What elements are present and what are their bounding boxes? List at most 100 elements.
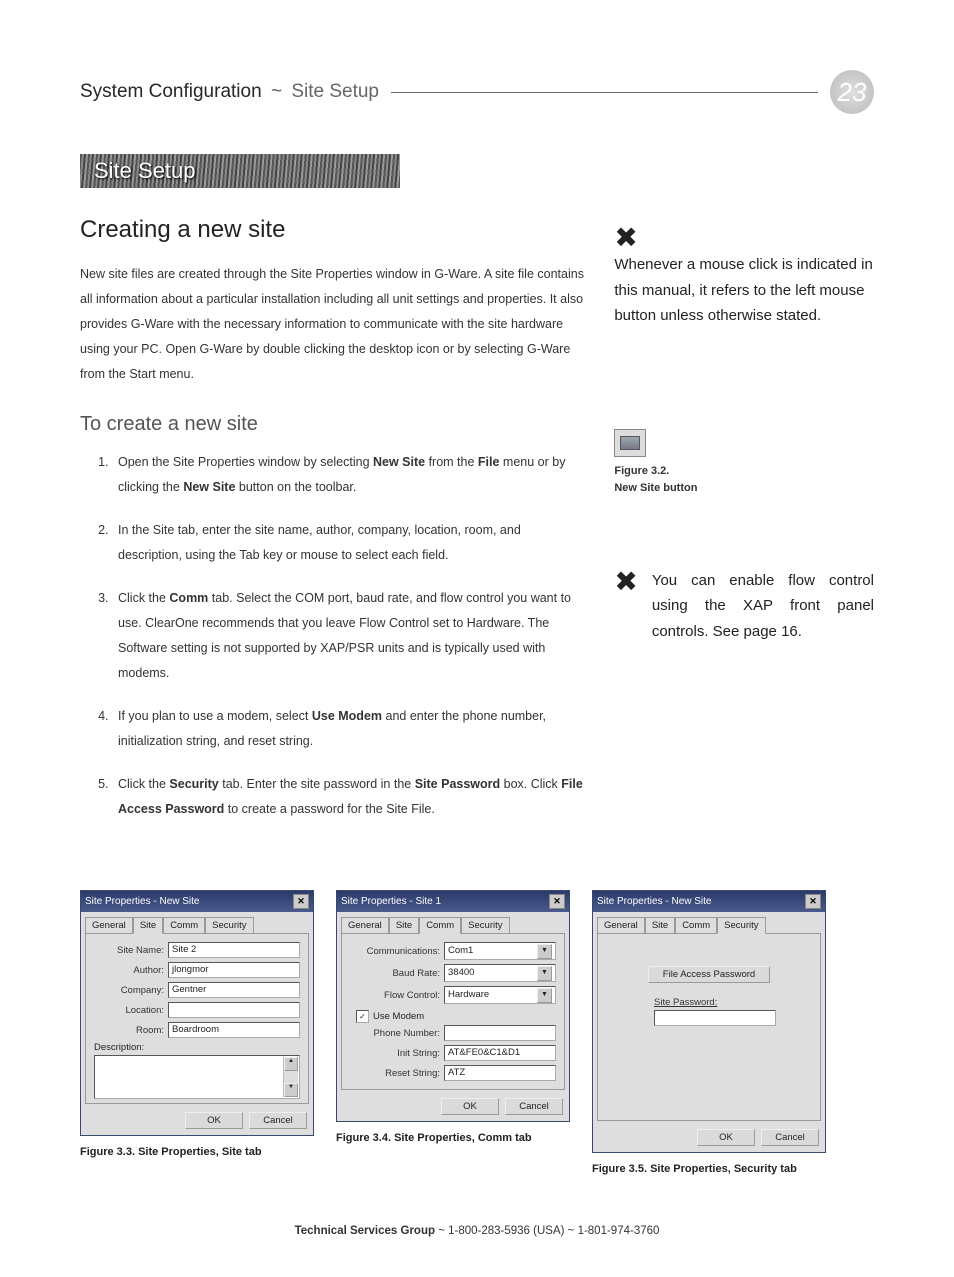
intro-paragraph: New site files are created through the S… [80,262,584,387]
tab-comm[interactable]: Comm [163,917,205,934]
close-icon[interactable]: ✕ [549,894,565,909]
tab-site[interactable]: Site [645,917,675,934]
tab-general[interactable]: General [85,917,133,934]
cancel-button[interactable]: Cancel [249,1112,307,1129]
label-site-name: Site Name: [94,945,168,956]
checkbox-use-modem-row: ✓ Use Modem [356,1010,556,1023]
tabs: General Site Comm Security [337,912,569,933]
dialog-title: Site Properties - New Site [85,896,200,907]
subheading-to-create: To create a new site [80,413,584,436]
page-number: 23 [838,77,867,108]
scrollbar[interactable]: ▲ ▼ [283,1057,298,1097]
heading-creating-new-site: Creating a new site [80,216,584,244]
tabs: General Site Comm Security [593,912,825,933]
figure-3-3-caption: Figure 3.3. Site Properties, Site tab [80,1146,312,1158]
tab-general[interactable]: General [341,917,389,934]
chevron-down-icon: ▼ [537,988,552,1003]
step-1: Open the Site Properties window by selec… [112,450,584,500]
label-phone-number: Phone Number: [350,1028,444,1039]
header-rule [391,92,818,93]
figure-3-2: Figure 3.2. New Site button [614,429,874,498]
label-site-password: Site Password: [654,997,812,1008]
input-reset-string[interactable]: ATZ [444,1065,556,1081]
note-icon: ✖ [614,224,637,252]
dialog-title: Site Properties - New Site [597,896,712,907]
input-author[interactable]: jlongmor [168,962,300,978]
footer-sep1: ~ [435,1225,448,1237]
section-banner-text: Site Setup [94,158,196,184]
footer-group: Technical Services Group [295,1225,435,1237]
chevron-down-icon: ▼ [537,966,552,981]
page-footer: Technical Services Group ~ 1-800-283-593… [80,1225,874,1237]
tab-site[interactable]: Site [389,917,419,934]
new-site-button-icon [614,429,646,457]
dialog-security-tab: Site Properties - New Site ✕ General Sit… [592,890,826,1153]
label-communications: Communications: [350,946,444,957]
page-header: System Configuration ~ Site Setup 23 [80,70,874,114]
page-number-badge: 23 [830,70,874,114]
sidenote-mouse-click: ✖ [614,224,874,252]
input-init-string[interactable]: AT&FE0&C1&D1 [444,1045,556,1061]
dialog-site-tab: Site Properties - New Site ✕ General Sit… [80,890,314,1136]
section-banner: Site Setup [80,154,400,188]
sidenote-flow-control: ✖ You can enable flow control using the … [614,568,874,645]
note-icon: ✖ [614,568,637,645]
label-reset-string: Reset String: [350,1068,444,1079]
label-flow-control: Flow Control: [350,990,444,1001]
figures-row: Site Properties - New Site ✕ General Sit… [80,890,874,1175]
label-init-string: Init String: [350,1048,444,1059]
cancel-button[interactable]: Cancel [761,1129,819,1146]
tabs: General Site Comm Security [81,912,313,933]
titlebar: Site Properties - New Site ✕ [81,891,313,912]
close-icon[interactable]: ✕ [293,894,309,909]
chevron-down-icon: ▼ [537,944,552,959]
input-location[interactable] [168,1002,300,1018]
ok-button[interactable]: OK [185,1112,243,1129]
dialog-comm-tab: Site Properties - Site 1 ✕ General Site … [336,890,570,1122]
input-room[interactable]: Boardroom [168,1022,300,1038]
ok-button[interactable]: OK [441,1098,499,1115]
breadcrumb-separator: ~ [267,81,286,102]
select-flow-control[interactable]: Hardware▼ [444,986,556,1004]
input-site-name[interactable]: Site 2 [168,942,300,958]
figure-3-4-caption: Figure 3.4. Site Properties, Comm tab [336,1132,568,1144]
footer-phone-usa: 1-800-283-5936 (USA) [448,1225,564,1237]
tab-security[interactable]: Security [717,917,765,934]
main-column: Creating a new site New site files are c… [80,216,584,840]
label-author: Author: [94,965,168,976]
textarea-description[interactable]: ▲ ▼ [94,1055,300,1099]
tab-security[interactable]: Security [461,917,509,934]
figure-3-2-caption-line2: New Site button [614,480,874,498]
label-description: Description: [94,1042,300,1053]
step-5: Click the Security tab. Enter the site p… [112,772,584,822]
steps-list: Open the Site Properties window by selec… [80,450,584,822]
sidenote-mouse-click-text: Whenever a mouse click is indicated in t… [614,252,874,329]
tab-security[interactable]: Security [205,917,253,934]
dialog-title: Site Properties - Site 1 [341,896,441,907]
input-phone-number[interactable] [444,1025,556,1041]
label-room: Room: [94,1025,168,1036]
side-column: ✖ Whenever a mouse click is indicated in… [614,216,874,840]
close-icon[interactable]: ✕ [805,894,821,909]
label-use-modem: Use Modem [373,1011,424,1022]
tab-comm[interactable]: Comm [419,917,461,934]
select-communications[interactable]: Com1▼ [444,942,556,960]
titlebar: Site Properties - New Site ✕ [593,891,825,912]
breadcrumb: System Configuration ~ Site Setup [80,81,379,103]
tab-site[interactable]: Site [133,917,163,934]
checkbox-use-modem[interactable]: ✓ [356,1010,369,1023]
file-access-password-button[interactable]: File Access Password [648,966,770,983]
cancel-button[interactable]: Cancel [505,1098,563,1115]
titlebar: Site Properties - Site 1 ✕ [337,891,569,912]
step-4: If you plan to use a modem, select Use M… [112,704,584,754]
tab-general[interactable]: General [597,917,645,934]
step-3: Click the Comm tab. Select the COM port,… [112,586,584,686]
label-company: Company: [94,985,168,996]
footer-phone-intl: 1-801-974-3760 [578,1225,660,1237]
ok-button[interactable]: OK [697,1129,755,1146]
select-baud-rate[interactable]: 38400▼ [444,964,556,982]
input-site-password[interactable] [654,1010,776,1026]
tab-comm[interactable]: Comm [675,917,717,934]
input-company[interactable]: Gentner [168,982,300,998]
step-2: In the Site tab, enter the site name, au… [112,518,584,568]
